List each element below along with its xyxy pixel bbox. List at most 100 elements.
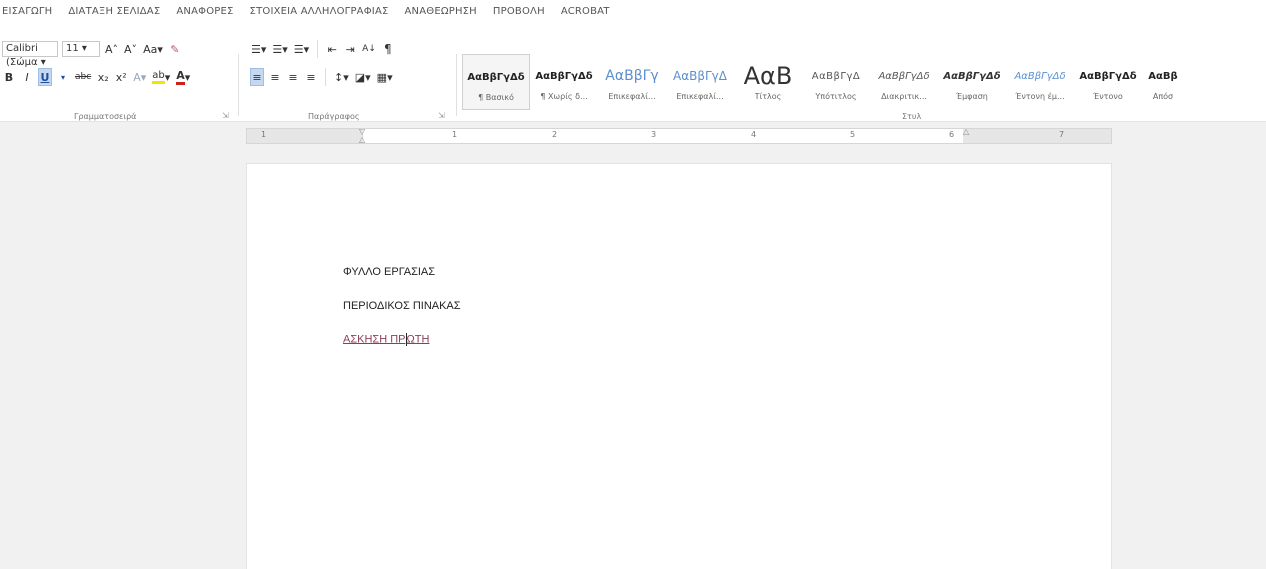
style-name: Διακριτικ... (881, 92, 927, 101)
ruler-number: 5 (850, 130, 856, 139)
ruler-number: 3 (651, 130, 657, 139)
decrease-indent-icon[interactable]: ⇤ (325, 40, 339, 58)
change-case-label: Aa (143, 42, 158, 56)
exercise-link-part-1[interactable]: ΑΣΚΗΣΗ ΠΡ (343, 333, 406, 345)
font-size-box[interactable]: 11 ▾ (62, 41, 100, 57)
style-emphasis[interactable]: ΑαΒβΓγΔδ Έμφαση (938, 54, 1006, 110)
shrink-font-button[interactable]: A˅ (123, 40, 138, 58)
bold-button[interactable]: B (2, 68, 16, 86)
align-center-icon[interactable]: ≡ (268, 68, 282, 86)
subscript-button[interactable]: x₂ (96, 68, 110, 86)
style-title[interactable]: ΑαΒ Τίτλος (734, 54, 802, 110)
font-size-value: 11 (66, 43, 79, 54)
styles-gallery: ΑαΒβΓγΔδ ¶ Βασικό ΑαΒβΓγΔδ ¶ Χωρίς δ... … (462, 54, 1184, 110)
ruler-number: 1 (452, 130, 458, 139)
highlight-label: ab (152, 70, 165, 84)
style-sample: ΑαΒβΓγΔδ (535, 70, 593, 82)
tab-acrobat[interactable]: ACROBAT (553, 0, 618, 24)
ruler-number: 2 (552, 130, 558, 139)
document-page[interactable]: ΦΥΛΛΟ ΕΡΓΑΣΙΑΣ ΠΕΡΙΟΔΙΚΟΣ ΠΙΝΑΚΑΣ ΑΣΚΗΣΗ… (246, 163, 1112, 569)
strikethrough-button[interactable]: abc (74, 68, 92, 86)
shading-icon[interactable]: ◪▾ (354, 68, 372, 86)
ruler-number: 4 (751, 130, 757, 139)
ribbon-tabs: ΕΙΣΑΓΩΓΗ ΔΙΑΤΑΞΗ ΣΕΛΙΔΑΣ ΑΝΑΦΟΡΕΣ ΣΤΟΙΧΕ… (0, 0, 1266, 24)
style-name: Έμφαση (956, 92, 988, 101)
style-name: ¶ Χωρίς δ... (540, 92, 588, 101)
show-marks-button[interactable]: ¶ (381, 40, 395, 58)
style-name: ¶ Βασικό (478, 93, 514, 102)
paragraph-row-1: ☰▾ ☰▾ ☰▾ ⇤ ⇥ A↓ ¶ (250, 40, 395, 58)
style-subtle-emphasis[interactable]: ΑαΒβΓγΔδ Διακριτικ... (870, 54, 938, 110)
tab-page-layout[interactable]: ΔΙΑΤΑΞΗ ΣΕΛΙΔΑΣ (60, 0, 168, 24)
style-name: Επικεφαλί... (676, 92, 724, 101)
style-no-spacing[interactable]: ΑαΒβΓγΔδ ¶ Χωρίς δ... (530, 54, 598, 110)
indent-marker-icon[interactable]: ▽ △ (359, 128, 367, 144)
style-sample: ΑαΒβ (1148, 70, 1178, 82)
line-spacing-icon[interactable]: ↕▾ (333, 68, 350, 86)
style-sample: ΑαΒβΓγΔδ (1014, 70, 1066, 82)
doc-line-worksheet[interactable]: ΦΥΛΛΟ ΕΡΓΑΣΙΑΣ (343, 266, 435, 278)
doc-line-periodic-table[interactable]: ΠΕΡΙΟΔΙΚΟΣ ΠΙΝΑΚΑΣ (343, 300, 461, 312)
tab-review[interactable]: ΑΝΑΘΕΩΡΗΣΗ (397, 0, 485, 24)
style-subtitle[interactable]: ΑαΒβΓγΔ Υπότιτλος (802, 54, 870, 110)
underline-button[interactable]: U (38, 68, 52, 86)
justify-icon[interactable]: ≡ (304, 68, 318, 86)
font-name-value: Calibri (Σώμα (6, 43, 38, 68)
text-effects-button[interactable]: A ▾ (132, 68, 147, 86)
align-right-icon[interactable]: ≡ (286, 68, 300, 86)
font-row-1: Calibri (Σώμα ▾ 11 ▾ A˄ A˅ Aa ▾ ✎ (2, 40, 182, 68)
borders-icon[interactable]: ▦▾ (376, 68, 394, 86)
ribbon: Calibri (Σώμα ▾ 11 ▾ A˄ A˅ Aa ▾ ✎ B I U ▾… (0, 24, 1266, 122)
font-color-label: A (176, 69, 185, 85)
tab-mailings[interactable]: ΣΤΟΙΧΕΙΑ ΑΛΛΗΛΟΓΡΑΦΙΑΣ (242, 0, 397, 24)
underline-dropdown-icon[interactable]: ▾ (56, 68, 70, 86)
doc-line-exercise-link[interactable]: ΑΣΚΗΣΗ ΠΡΩΤΗ (343, 333, 429, 346)
exercise-link-part-2[interactable]: ΩΤΗ (407, 333, 430, 345)
separator (325, 68, 326, 86)
ruler-number: 1 (261, 130, 267, 139)
align-left-icon[interactable]: ≡ (250, 68, 264, 86)
style-sample: ΑαΒβΓγ (605, 68, 659, 84)
style-name: Επικεφαλί... (608, 92, 656, 101)
separator (317, 40, 319, 58)
numbering-icon[interactable]: ☰▾ (271, 40, 288, 58)
style-normal[interactable]: ΑαΒβΓγΔδ ¶ Βασικό (462, 54, 530, 110)
ruler-number: 7 (1059, 130, 1065, 139)
clear-formatting-icon[interactable]: ✎ (168, 40, 182, 58)
tab-references[interactable]: ΑΝΑΦΟΡΕΣ (168, 0, 241, 24)
style-heading-2[interactable]: ΑαΒβΓγΔ Επικεφαλί... (666, 54, 734, 110)
style-strong[interactable]: ΑαΒβΓγΔδ Έντονο (1074, 54, 1142, 110)
right-indent-marker-icon[interactable]: △ (963, 128, 971, 144)
paragraph-row-2: ≡ ≡ ≡ ≡ ↕▾ ◪▾ ▦▾ (250, 68, 394, 86)
font-group-label: Γραμματοσειρά (74, 112, 137, 121)
tab-view[interactable]: ΠΡΟΒΟΛΗ (485, 0, 553, 24)
bullets-icon[interactable]: ☰▾ (250, 40, 267, 58)
multilevel-list-icon[interactable]: ☰▾ (293, 40, 310, 58)
style-quote[interactable]: ΑαΒβ Απόσ (1142, 54, 1184, 110)
paragraph-dialog-launcher-icon[interactable]: ⇲ (438, 111, 445, 120)
font-name-box[interactable]: Calibri (Σώμα ▾ (2, 41, 58, 68)
styles-group-label: Στυλ (902, 112, 922, 121)
tab-insert[interactable]: ΕΙΣΑΓΩΓΗ (0, 0, 60, 24)
style-intense-emphasis[interactable]: ΑαΒβΓγΔδ Έντονη έμ... (1006, 54, 1074, 110)
italic-button[interactable]: I (20, 68, 34, 86)
style-sample: ΑαΒβΓγΔ (811, 70, 861, 82)
change-case-button[interactable]: Aa ▾ (142, 40, 164, 58)
sort-button[interactable]: A↓ (361, 40, 377, 58)
horizontal-ruler[interactable]: ▽ △ △ 1 1 2 3 4 5 6 7 (246, 128, 1112, 144)
style-name: Τίτλος (754, 92, 782, 101)
increase-indent-icon[interactable]: ⇥ (343, 40, 357, 58)
style-sample: ΑαΒβΓγΔδ (878, 70, 930, 82)
style-sample: ΑαΒβΓγΔδ (467, 71, 525, 83)
font-dialog-launcher-icon[interactable]: ⇲ (222, 111, 229, 120)
grow-font-button[interactable]: A˄ (104, 40, 119, 58)
style-sample: ΑαΒ (743, 64, 793, 88)
font-color-button[interactable]: A ▾ (175, 68, 191, 86)
text-effects-label: A (133, 70, 141, 84)
superscript-button[interactable]: x² (114, 68, 128, 86)
style-name: Έντονο (1093, 92, 1123, 101)
highlight-button[interactable]: ab ▾ (151, 68, 171, 86)
style-sample: ΑαΒβΓγΔδ (943, 70, 1001, 82)
style-name: Έντονη έμ... (1015, 92, 1065, 101)
style-heading-1[interactable]: ΑαΒβΓγ Επικεφαλί... (598, 54, 666, 110)
